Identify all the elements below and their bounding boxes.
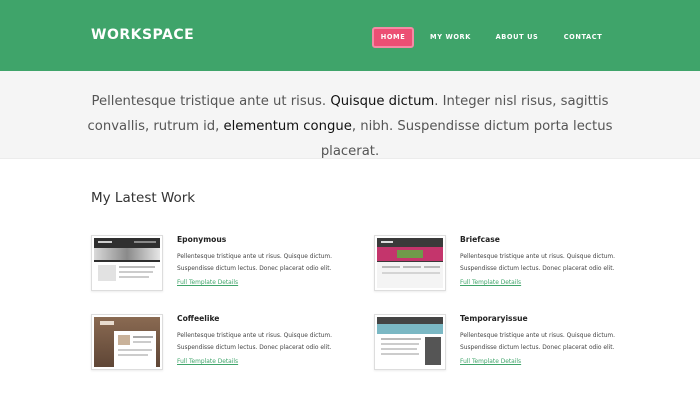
work-thumbnail[interactable] [91,235,163,291]
work-item: Eponymous Pellentesque tristique ante ut… [91,235,351,300]
work-title: Briefcase [460,235,500,244]
intro-text-part: Pellentesque tristique ante ut risus. [91,94,331,109]
intro-text-bold: Quisque dictum [330,94,435,109]
work-description: Pellentesque tristique ante ut risus. Qu… [177,333,332,351]
work-title: Coffeelike [177,314,220,323]
work-description: Pellentesque tristique ante ut risus. Qu… [460,254,615,272]
work-item: Briefcase Pellentesque tristique ante ut… [374,235,634,300]
nav-my-work[interactable]: MY WORK [429,27,472,48]
work-thumbnail[interactable] [374,314,446,370]
work-thumbnail[interactable] [374,235,446,291]
work-thumbnail[interactable] [91,314,163,370]
work-description: Pellentesque tristique ante ut risus. Qu… [460,333,615,351]
work-item: Temporaryissue Pellentesque tristique an… [374,314,634,379]
work-description: Pellentesque tristique ante ut risus. Qu… [177,254,332,272]
work-item: Coffeelike Pellentesque tristique ante u… [91,314,351,379]
site-logo[interactable]: WORKSPACE [91,27,194,43]
template-details-link[interactable]: Full Template Details [177,359,238,365]
work-title: Eponymous [177,235,227,244]
template-details-link[interactable]: Full Template Details [460,280,521,286]
intro-text-bold: elementum congue [223,119,352,134]
template-details-link[interactable]: Full Template Details [177,280,238,286]
template-details-link[interactable]: Full Template Details [460,359,521,365]
section-title: My Latest Work [91,190,196,206]
nav-contact[interactable]: CONTACT [561,27,605,48]
work-title: Temporaryissue [460,314,528,323]
intro-text-part: , nibh. Suspendisse dictum porta lectus … [320,119,613,159]
site-header: WORKSPACE HOME MY WORK ABOUT US CONTACT [0,0,700,71]
nav-about-us[interactable]: ABOUT US [494,27,540,48]
intro-text: Pellentesque tristique ante ut risus. Qu… [60,89,640,164]
intro-banner: Pellentesque tristique ante ut risus. Qu… [0,71,700,159]
nav-home[interactable]: HOME [372,27,414,48]
